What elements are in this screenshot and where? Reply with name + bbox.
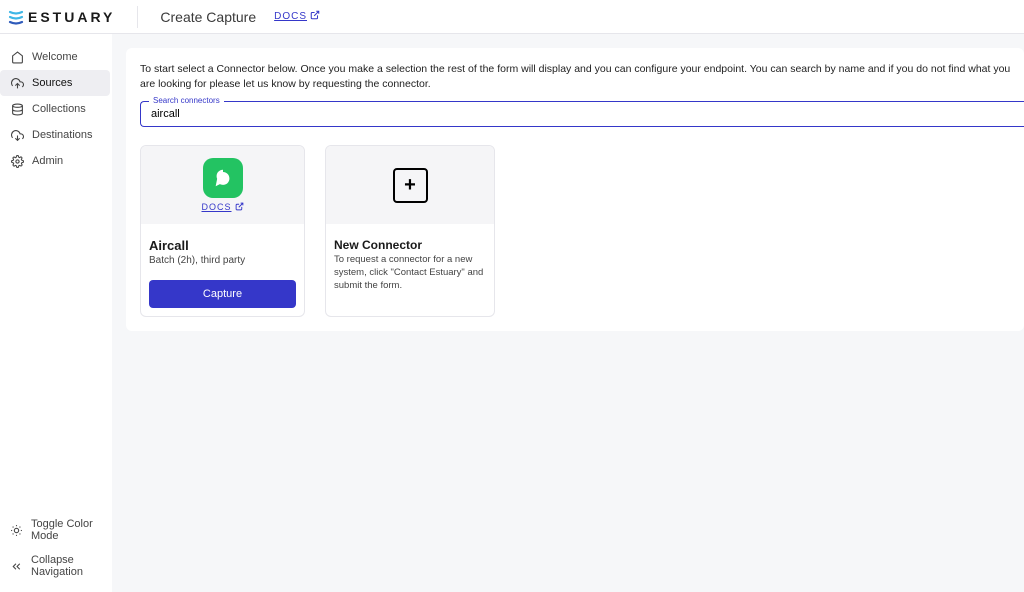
database-icon	[10, 102, 24, 116]
home-icon	[10, 50, 24, 64]
toggle-color-mode[interactable]: Toggle Color Mode	[0, 512, 112, 548]
capture-button[interactable]: Capture	[149, 280, 296, 308]
search-input[interactable]	[141, 102, 1024, 126]
sidebar-item-sources[interactable]: Sources	[0, 70, 110, 96]
logo-text: ESTUARY	[28, 9, 115, 25]
sidebar-item-label: Sources	[32, 77, 72, 89]
cloud-download-icon	[10, 128, 24, 142]
sidebar-item-destinations[interactable]: Destinations	[0, 122, 110, 148]
content-area: To start select a Connector below. Once …	[112, 34, 1024, 592]
external-link-icon	[235, 202, 244, 213]
sidebar-item-label: Collections	[32, 103, 86, 115]
search-label: Search connectors	[149, 96, 224, 105]
estuary-logo-icon	[8, 9, 24, 25]
sidebar: Welcome Sources Collections Destinations…	[0, 34, 112, 592]
connector-docs-link[interactable]: DOCS	[201, 202, 243, 213]
search-connectors-field: Search connectors	[140, 101, 1024, 127]
gear-icon	[10, 154, 24, 168]
sidebar-bottom-label: Toggle Color Mode	[31, 518, 102, 542]
sidebar-bottom-label: Collapse Navigation	[31, 554, 102, 578]
plus-icon: +	[393, 168, 428, 203]
intro-text: To start select a Connector below. Once …	[140, 62, 1024, 91]
docs-link[interactable]: DOCS	[274, 10, 320, 23]
logo[interactable]: ESTUARY	[8, 9, 115, 25]
sidebar-item-collections[interactable]: Collections	[0, 96, 110, 122]
header: ESTUARY Create Capture DOCS	[0, 0, 1024, 34]
new-connector-subtitle: To request a connector for a new system,…	[334, 254, 486, 292]
sidebar-item-admin[interactable]: Admin	[0, 148, 110, 174]
connector-title: Aircall	[149, 238, 296, 253]
chevrons-left-icon	[10, 559, 23, 573]
new-connector-card[interactable]: + New Connector To request a connector f…	[325, 145, 495, 317]
collapse-navigation[interactable]: Collapse Navigation	[0, 548, 112, 584]
connector-card-aircall: DOCS Aircall Batch (2h), third party Cap…	[140, 145, 305, 317]
sidebar-item-label: Destinations	[32, 129, 93, 141]
header-divider	[137, 6, 138, 28]
docs-label: DOCS	[274, 11, 307, 22]
cloud-upload-icon	[10, 76, 24, 90]
page-title: Create Capture	[160, 9, 256, 25]
content-panel: To start select a Connector below. Once …	[126, 48, 1024, 331]
sidebar-item-label: Admin	[32, 155, 63, 167]
docs-label: DOCS	[201, 202, 231, 212]
sidebar-item-label: Welcome	[32, 51, 78, 63]
brightness-icon	[10, 523, 23, 537]
connector-subtitle: Batch (2h), third party	[149, 255, 296, 266]
aircall-logo-icon	[203, 158, 243, 198]
sidebar-item-welcome[interactable]: Welcome	[0, 44, 110, 70]
external-link-icon	[310, 10, 320, 23]
new-connector-title: New Connector	[334, 238, 486, 252]
